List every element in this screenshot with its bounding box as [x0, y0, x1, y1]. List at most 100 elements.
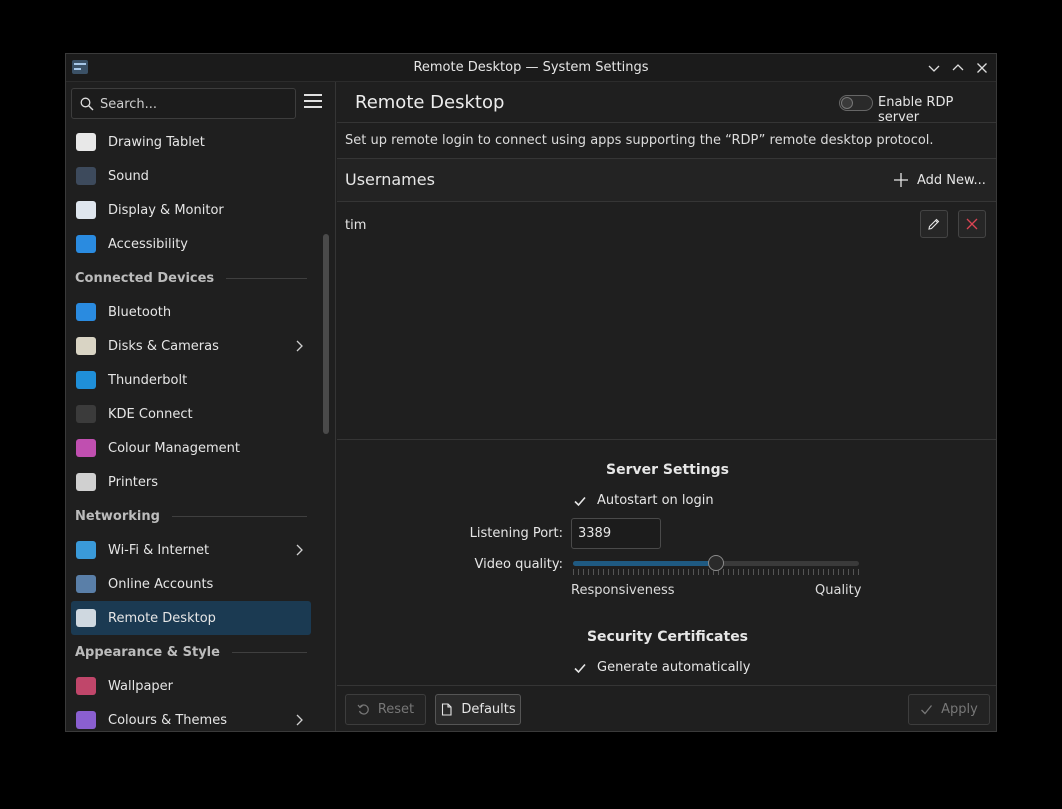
sidebar-section-header: Connected Devices [75, 261, 307, 295]
checkmark-icon[interactable] [573, 494, 587, 508]
sidebar-section-header: Appearance & Style [75, 635, 307, 669]
delete-icon [966, 218, 978, 230]
autostart-checkbox-row[interactable]: Autostart on login [573, 493, 714, 508]
reset-button[interactable]: Reset [345, 694, 426, 725]
sidebar-list: Drawing Tablet Sound Display & Monitor Acce… [66, 125, 316, 731]
search-input[interactable] [98, 89, 292, 120]
defaults-button[interactable]: Defaults [435, 694, 521, 725]
thunderbolt-icon [76, 371, 96, 389]
sidebar-item-label: Online Accounts [108, 576, 214, 592]
undo-icon [357, 704, 369, 715]
sound-icon [76, 167, 96, 185]
user-item-name[interactable]: tim [345, 218, 366, 233]
chevron-right-icon[interactable] [295, 340, 303, 352]
search-box[interactable] [71, 88, 296, 120]
sidebar-section-header: Networking [75, 499, 307, 533]
bluetooth-icon [76, 303, 96, 321]
sidebar-item-bluetooth[interactable]: Bluetooth [71, 295, 311, 329]
display-icon [76, 201, 96, 219]
apply-button[interactable]: Apply [908, 694, 990, 725]
sidebar-item-colours-themes[interactable]: Colours & Themes [71, 703, 311, 731]
generate-certificates-row[interactable]: Generate automatically [573, 660, 750, 675]
sidebar-item-label: Drawing Tablet [108, 134, 205, 150]
online-accounts-icon [76, 575, 96, 593]
search-icon [80, 97, 94, 111]
sidebar-item-disks-cameras[interactable]: Disks & Cameras [71, 329, 311, 363]
sidebar-item-label: Accessibility [108, 236, 188, 252]
close-window-button[interactable] [972, 58, 992, 78]
sidebar-item-sound[interactable]: Sound [71, 159, 311, 193]
minimize-button[interactable] [924, 58, 944, 78]
sidebar-item-label: Wi-Fi & Internet [108, 542, 210, 558]
hamburger-menu-button[interactable] [304, 94, 322, 110]
drawing-tablet-icon [76, 133, 96, 151]
video-quality-label: Video quality: [474, 557, 563, 572]
sidebar-item-label: Disks & Cameras [108, 338, 219, 354]
sidebar-item-wi-fi-internet[interactable]: Wi-Fi & Internet [71, 533, 311, 567]
sidebar-item-label: KDE Connect [108, 406, 193, 422]
sidebar-item-label: Bluetooth [108, 304, 172, 320]
edit-user-button[interactable] [920, 210, 948, 238]
page-header: Remote Desktop Enable RDP server [337, 82, 996, 125]
sidebar-item-label: Colours & Themes [108, 712, 227, 728]
chevron-right-icon[interactable] [295, 714, 303, 726]
sidebar-item-thunderbolt[interactable]: Thunderbolt [71, 363, 311, 397]
video-quality-slider[interactable] [573, 555, 859, 577]
server-settings-title: Server Settings [606, 462, 729, 478]
sidebar-item-label: Colour Management [108, 440, 240, 456]
wallpaper-icon [76, 677, 96, 695]
generate-automatically-label[interactable]: Generate automatically [597, 660, 750, 675]
pencil-icon [928, 218, 940, 230]
sidebar-scrollbar[interactable] [323, 234, 329, 434]
slider-max-label: Quality [815, 583, 862, 598]
listening-port-label: Listening Port: [469, 526, 563, 541]
sidebar-item-colour-management[interactable]: Colour Management [71, 431, 311, 465]
sidebar-item-remote-desktop[interactable]: Remote Desktop [71, 601, 311, 635]
enable-rdp-toggle[interactable] [839, 95, 873, 111]
sidebar-item-wallpaper[interactable]: Wallpaper [71, 669, 311, 703]
sidebar-item-printers[interactable]: Printers [71, 465, 311, 499]
section-label: Connected Devices [75, 270, 215, 286]
autostart-label[interactable]: Autostart on login [597, 493, 714, 508]
listening-port-input[interactable] [571, 518, 661, 549]
delete-user-button[interactable] [958, 210, 986, 238]
document-defaults-icon [442, 703, 452, 716]
chevron-up-icon [952, 64, 964, 71]
sidebar-item-drawing-tablet[interactable]: Drawing Tablet [71, 125, 311, 159]
maximize-button[interactable] [948, 58, 968, 78]
sidebar-item-display-monitor[interactable]: Display & Monitor [71, 193, 311, 227]
enable-rdp-label[interactable]: Enable RDP server [878, 95, 996, 125]
printer-icon [76, 473, 96, 491]
page-title: Remote Desktop [355, 92, 505, 113]
chevron-down-icon [928, 65, 940, 72]
sidebar-item-label: Printers [108, 474, 159, 490]
plus-icon [894, 173, 908, 187]
add-new-user-button[interactable]: Add New... [893, 168, 986, 192]
defaults-label: Defaults [461, 702, 516, 717]
usernames-header: Usernames Add New... [337, 158, 996, 202]
main-panel: Remote Desktop Enable RDP server Set up … [337, 82, 996, 731]
sidebar-item-online-accounts[interactable]: Online Accounts [71, 567, 311, 601]
toggle-knob [841, 97, 853, 109]
sidebar-item-label: Thunderbolt [108, 372, 188, 388]
usernames-title: Usernames [345, 170, 435, 189]
remote-desktop-icon [76, 609, 96, 627]
kde-connect-icon [76, 405, 96, 423]
sidebar-item-label: Display & Monitor [108, 202, 224, 218]
chevron-right-icon[interactable] [295, 544, 303, 556]
checkmark-icon [921, 705, 933, 715]
settings-window: Remote Desktop — System Settings Drawing… [65, 53, 997, 732]
sidebar-item-kde-connect[interactable]: KDE Connect [71, 397, 311, 431]
apply-label: Apply [941, 702, 978, 717]
section-divider [231, 651, 307, 653]
checkmark-icon[interactable] [573, 661, 587, 675]
slider-handle[interactable] [708, 555, 724, 571]
globe-icon [76, 541, 96, 559]
section-divider [226, 277, 307, 279]
page-description: Set up remote login to connect using app… [345, 133, 934, 148]
sidebar-item-accessibility[interactable]: Accessibility [71, 227, 311, 261]
accessibility-icon [76, 235, 96, 253]
sidebar: Drawing Tablet Sound Display & Monitor Acce… [66, 82, 336, 731]
sidebar-item-label: Sound [108, 168, 149, 184]
section-label: Appearance & Style [75, 644, 220, 660]
